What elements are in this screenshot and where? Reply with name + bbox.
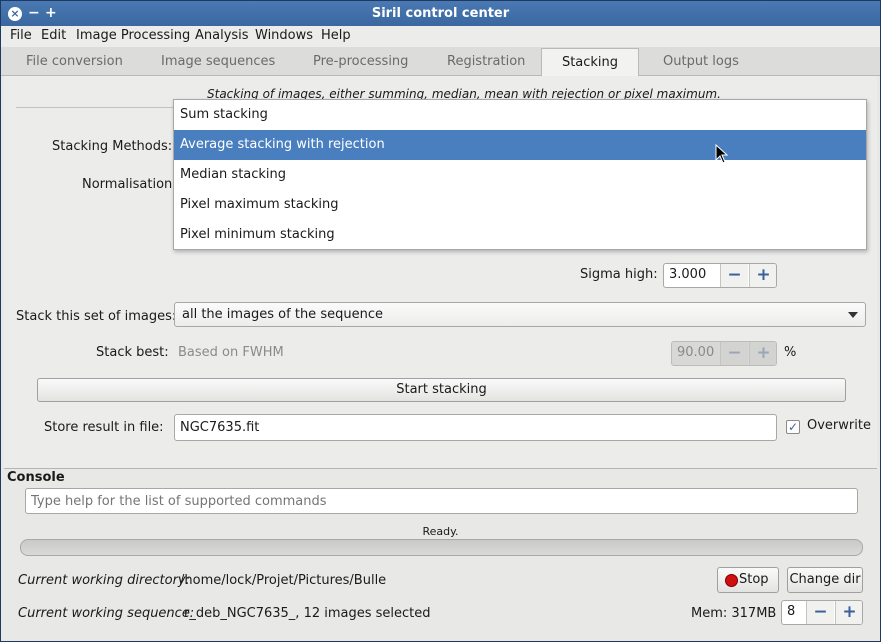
tab-bar: File conversion Image sequences Pre-proc… [1, 47, 880, 77]
option-pixel-minimum[interactable]: Pixel minimum stacking [174, 220, 866, 250]
minus-icon[interactable]: − [720, 264, 748, 287]
threads-spinner[interactable]: 8 − + [781, 600, 863, 625]
stop-button[interactable]: Stop [717, 567, 779, 593]
stack-best-label: Stack best: [96, 345, 169, 360]
stack-best-percent: 90.00 [677, 345, 715, 360]
cwd-label: Current working directory: [18, 573, 190, 588]
minus-icon[interactable]: − [806, 601, 834, 624]
menu-analysis[interactable]: Analysis [195, 28, 249, 43]
overwrite-label: Overwrite [807, 418, 871, 433]
console-title: Console [7, 470, 65, 485]
mouse-cursor-icon [715, 144, 729, 164]
stack-set-value: all the images of the sequence [182, 307, 383, 322]
progress-bar [20, 539, 863, 556]
overwrite-checkbox[interactable]: ✓ [786, 420, 800, 434]
menu-edit[interactable]: Edit [41, 28, 66, 43]
menu-windows[interactable]: Windows [255, 28, 313, 43]
plus-icon[interactable]: + [749, 342, 776, 365]
sequence-label: Current working sequence: [18, 606, 195, 621]
option-average-stacking[interactable]: Average stacking with rejection [174, 130, 866, 160]
stacking-methods-label: Stacking Methods: [52, 139, 173, 154]
start-stacking-button[interactable]: Start stacking [37, 378, 846, 402]
store-result-label: Store result in file: [44, 420, 164, 435]
normalisation-label: Normalisation: [82, 177, 177, 192]
console-panel: Console Ready. Current working directory… [4, 468, 877, 638]
stack-best-value: Based on FWHM [178, 345, 284, 360]
tab-registration[interactable]: Registration [447, 54, 525, 69]
chevron-down-icon [848, 312, 858, 318]
plus-icon[interactable]: + [835, 601, 862, 624]
minimize-icon[interactable]: − [28, 1, 40, 26]
close-icon[interactable]: × [8, 7, 22, 21]
sequence-value: r_deb_NGC7635_, 12 images selected [184, 606, 431, 621]
stack-set-label: Stack this set of images: [16, 309, 177, 324]
sigma-high-label: Sigma high: [580, 267, 658, 282]
sigma-high-spinner[interactable]: 3.000 − + [663, 263, 777, 288]
console-input[interactable] [25, 488, 858, 514]
tab-file-conversion[interactable]: File conversion [26, 54, 123, 69]
tab-pre-processing[interactable]: Pre-processing [313, 54, 408, 69]
stop-label: Stop [739, 572, 769, 587]
stop-icon [725, 574, 738, 587]
separator [16, 107, 176, 108]
window-title: Siril control center [371, 6, 510, 21]
stack-best-spinner[interactable]: 90.00 − + [671, 341, 777, 366]
minus-icon[interactable]: − [720, 342, 748, 365]
menu-file[interactable]: File [10, 28, 32, 43]
option-median-stacking[interactable]: Median stacking [174, 160, 866, 190]
tab-stacking[interactable]: Stacking [541, 48, 639, 77]
stack-set-dropdown[interactable]: all the images of the sequence [174, 302, 866, 327]
main-window: Siril control center × − + File Edit Ima… [0, 0, 881, 642]
tab-output-logs[interactable]: Output logs [663, 54, 739, 69]
option-pixel-maximum[interactable]: Pixel maximum stacking [174, 190, 866, 220]
cwd-value: /home/lock/Projet/Pictures/Bulle [180, 573, 387, 588]
store-result-input[interactable]: NGC7635.fit [174, 414, 777, 441]
maximize-icon[interactable]: + [45, 1, 57, 26]
menu-help[interactable]: Help [321, 28, 351, 43]
percent-symbol: % [784, 345, 797, 360]
tab-image-sequences[interactable]: Image sequences [161, 54, 275, 69]
menu-bar: File Edit Image Processing Analysis Wind… [1, 26, 880, 47]
title-bar: Siril control center [1, 1, 880, 26]
stacking-methods-popup: Sum stacking Average stacking with rejec… [173, 99, 867, 250]
change-dir-button[interactable]: Change dir [787, 567, 863, 593]
option-sum-stacking[interactable]: Sum stacking [174, 100, 866, 130]
sigma-high-value: 3.000 [669, 267, 707, 282]
status-text: Ready. [422, 525, 459, 538]
menu-image-processing[interactable]: Image Processing [76, 28, 190, 43]
plus-icon[interactable]: + [749, 264, 776, 287]
memory-label: Mem: 317MB [691, 606, 777, 621]
threads-value: 8 [787, 604, 796, 619]
